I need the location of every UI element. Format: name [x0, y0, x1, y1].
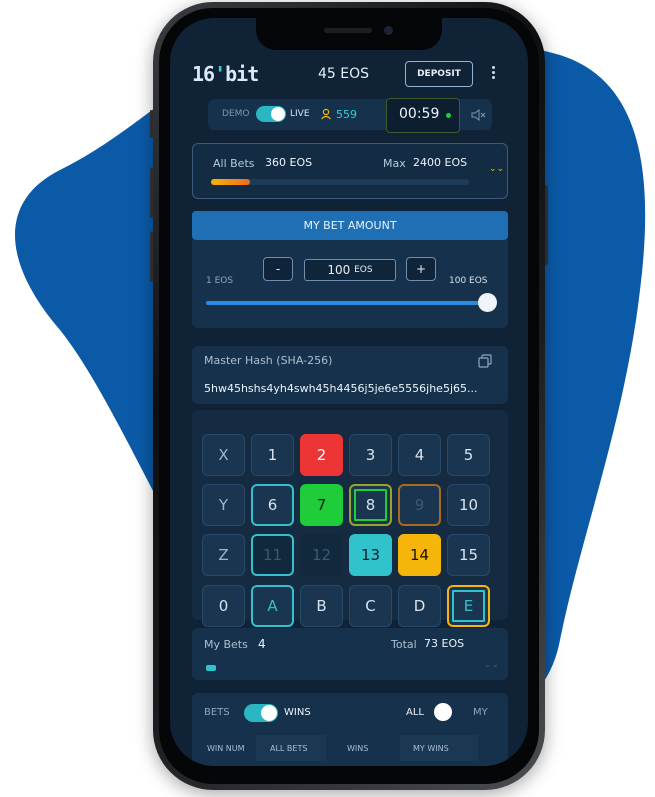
bet-amount-input[interactable]: 100 EOS — [304, 259, 396, 281]
all-bets-value: 360 EOS — [265, 156, 313, 169]
all-bets-label: All Bets — [213, 157, 255, 170]
tab-wins[interactable]: WINS — [347, 744, 368, 753]
total-value: 73 EOS — [424, 637, 465, 650]
master-hash-panel: Master Hash (SHA-256) 5hw45hshs4yh4swh45… — [192, 346, 508, 404]
grid-cell-7[interactable]: 7 — [300, 484, 343, 526]
my-bets-progress-fill — [206, 665, 217, 671]
my-bets-label: My Bets — [204, 638, 248, 651]
chevron-down-icon[interactable]: ⌄⌄ — [489, 164, 504, 174]
grid-cell-b[interactable]: B — [300, 585, 343, 627]
chevron-down-icon[interactable]: ⌄⌄ — [484, 660, 499, 670]
mute-icon[interactable] — [470, 108, 486, 122]
bets-wins-toggle[interactable] — [244, 704, 278, 722]
all-bets-progress-track — [211, 179, 469, 185]
decrease-button[interactable]: - — [263, 257, 293, 281]
max-bet-label: 100 EOS — [449, 276, 488, 286]
balance: 45 EOS — [318, 66, 370, 82]
app-screen: 16'bit 45 EOS DEPOSIT DEMO LIVE 559 00:5… — [170, 18, 528, 766]
logo[interactable]: 16'bit — [192, 62, 259, 86]
total-label: Total — [391, 638, 417, 651]
my-bets-count: 4 — [258, 637, 266, 651]
bet-slider-track[interactable] — [206, 301, 490, 305]
grid-cell-c[interactable]: C — [349, 585, 392, 627]
increase-button[interactable]: + — [406, 257, 436, 281]
my-label: MY — [473, 707, 488, 718]
all-label: ALL — [406, 707, 424, 718]
grid-cell-12[interactable]: 12 — [300, 534, 343, 576]
menu-icon[interactable] — [492, 66, 496, 81]
notch — [256, 18, 442, 50]
grid-cell-9[interactable]: 9 — [398, 484, 441, 526]
user-icon — [321, 108, 331, 120]
hash-value: 5hw45hshs4yh4swh45h4456j5je6e5556jhe5j65… — [204, 382, 478, 395]
live-label: LIVE — [290, 109, 310, 119]
top-bar: 16'bit 45 EOS DEPOSIT — [170, 50, 528, 98]
my-bets-progress-track — [206, 665, 466, 671]
max-label: Max — [383, 157, 406, 170]
grid-cell-d[interactable]: D — [398, 585, 441, 627]
min-bet-label: 1 EOS — [206, 276, 234, 286]
grid-cell-z[interactable]: Z — [202, 534, 245, 576]
grid-cell-11[interactable]: 11 — [251, 534, 294, 576]
grid-cell-4[interactable]: 4 — [398, 434, 441, 476]
phone-volume-up — [150, 168, 153, 218]
grid-cell-6[interactable]: 6 — [251, 484, 294, 526]
max-value: 2400 EOS — [413, 156, 468, 169]
bets-label: BETS — [204, 707, 230, 718]
grid-cell-x[interactable]: X — [202, 434, 245, 476]
grid-cell-15[interactable]: 15 — [447, 534, 490, 576]
all-my-toggle[interactable] — [432, 703, 462, 721]
copy-icon[interactable] — [478, 354, 492, 368]
wins-label: WINS — [284, 707, 311, 718]
grid-cell-8[interactable]: 8 — [349, 484, 392, 526]
grid-cell-10[interactable]: 10 — [447, 484, 490, 526]
grid-cell-14[interactable]: 14 — [398, 534, 441, 576]
tab-all-bets[interactable]: ALL BETS — [270, 744, 307, 753]
hash-label: Master Hash (SHA-256) — [204, 354, 333, 367]
demo-live-toggle[interactable] — [256, 106, 286, 122]
my-bets-panel[interactable]: My Bets 4 Total 73 EOS ⌄⌄ — [192, 628, 508, 680]
demo-label: DEMO — [222, 109, 250, 119]
grid-cell-13[interactable]: 13 — [349, 534, 392, 576]
deposit-button[interactable]: DEPOSIT — [405, 61, 473, 87]
bet-slider-handle[interactable] — [478, 293, 497, 312]
all-bets-panel[interactable]: All Bets 360 EOS Max 2400 EOS ⌄⌄ — [192, 143, 508, 199]
phone-power-button — [545, 185, 548, 265]
grid-cell-2[interactable]: 2 — [300, 434, 343, 476]
grid-cell-1[interactable]: 1 — [251, 434, 294, 476]
number-grid: X 1 2 3 4 5 Y 6 7 8 9 10 Z 11 12 13 14 15 0 A B C D E — [192, 410, 508, 627]
all-bets-progress-fill — [211, 179, 250, 185]
players-count: 559 — [336, 108, 357, 121]
grid-cell-5[interactable]: 5 — [447, 434, 490, 476]
tab-my-wins[interactable]: MY WINS — [413, 744, 449, 753]
grid-cell-0[interactable]: 0 — [202, 585, 245, 627]
grid-cell-a[interactable]: A — [251, 585, 294, 627]
round-timer: 00:59 — [386, 98, 460, 133]
my-bet-amount-header: MY BET AMOUNT — [192, 211, 508, 240]
phone-side-button — [150, 110, 153, 138]
grid-cell-3[interactable]: 3 — [349, 434, 392, 476]
tab-win-num[interactable]: WIN NUM — [207, 744, 245, 753]
phone-volume-down — [150, 232, 153, 282]
grid-cell-y[interactable]: Y — [202, 484, 245, 526]
grid-cell-e[interactable]: E — [447, 585, 490, 627]
